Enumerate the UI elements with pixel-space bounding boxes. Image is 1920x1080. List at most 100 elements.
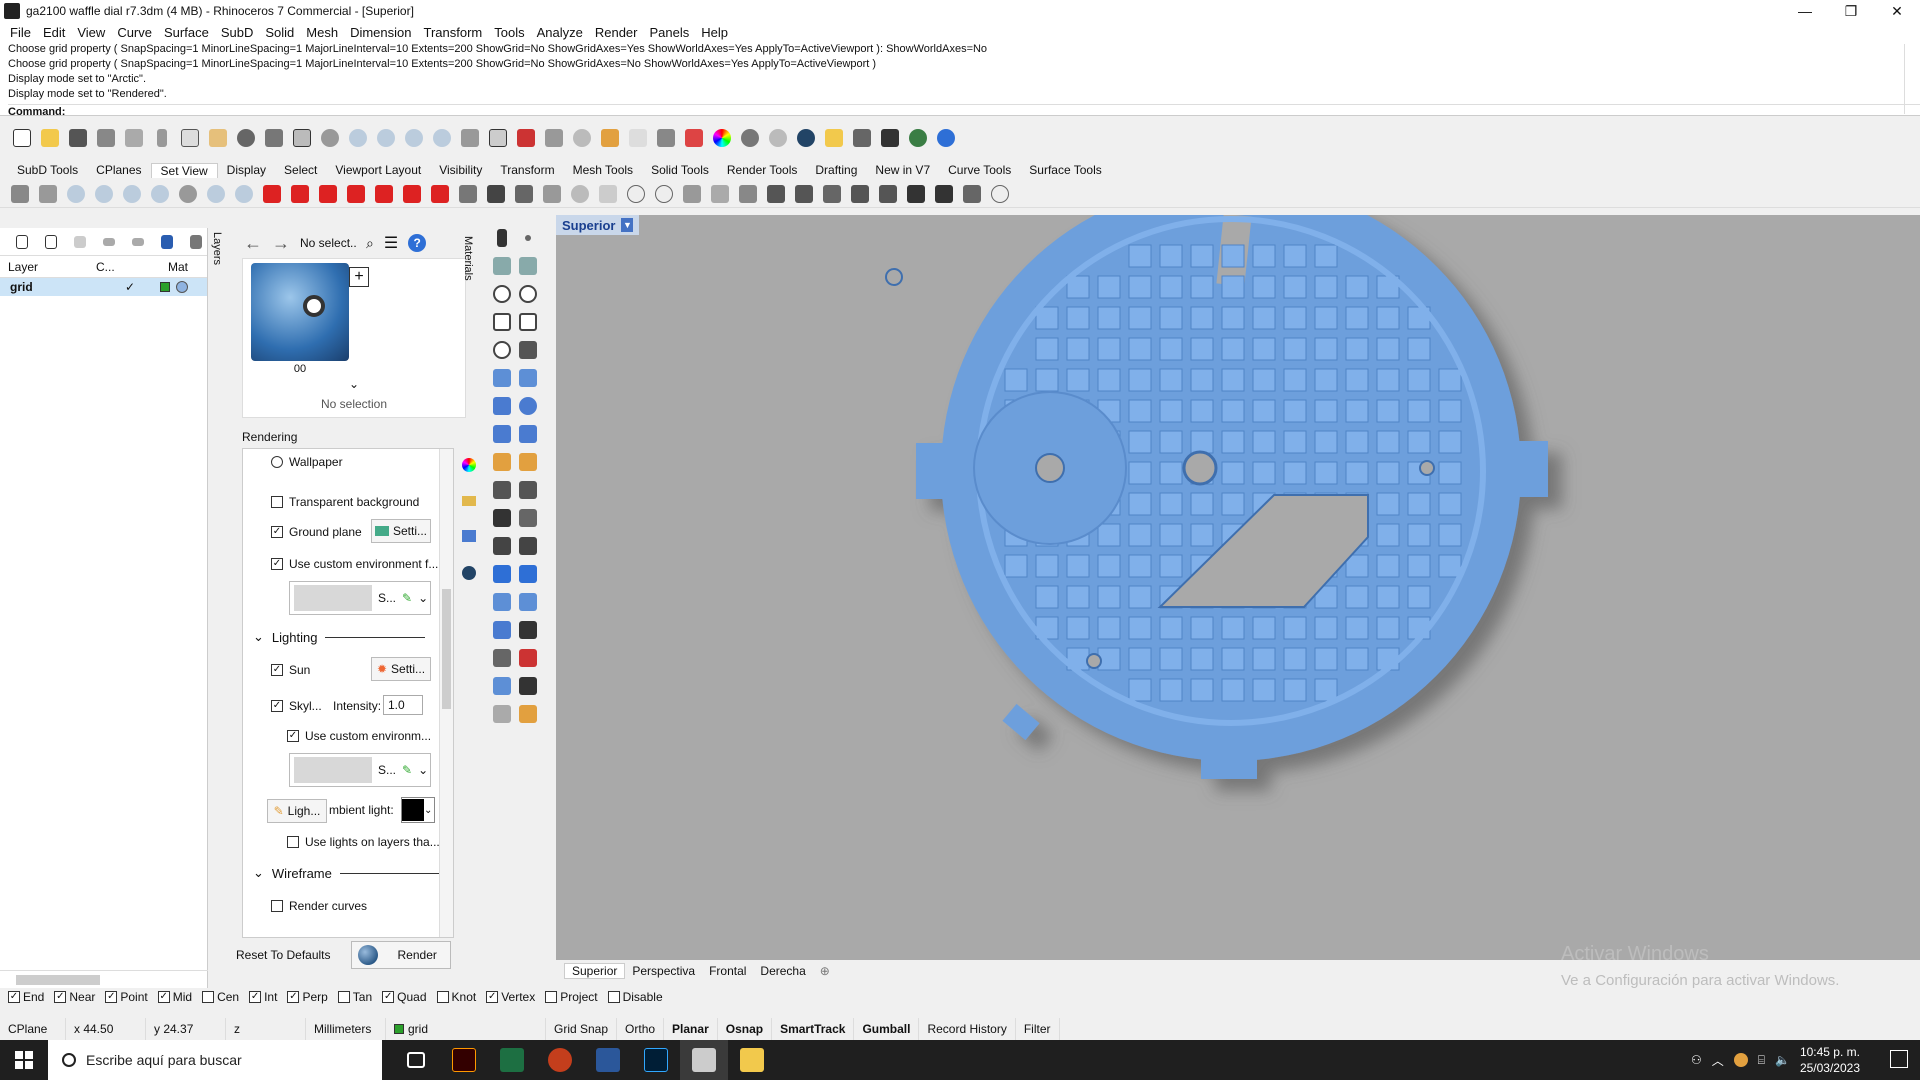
units-label[interactable]: Millimeters xyxy=(306,1018,386,1040)
named-views-icon[interactable] xyxy=(512,182,536,206)
plan-view-icon[interactable] xyxy=(708,182,732,206)
layer-material-icon[interactable] xyxy=(176,281,188,293)
walk-icon[interactable] xyxy=(680,182,704,206)
analyze-icon[interactable] xyxy=(516,646,540,670)
sun-settings-button[interactable]: ✹ Setti... xyxy=(371,657,431,681)
shade-icon[interactable] xyxy=(738,126,762,150)
taskbar-search[interactable]: Escribe aquí para buscar xyxy=(48,1040,382,1080)
mirror-icon[interactable] xyxy=(516,590,540,614)
tab-visibility[interactable]: Visibility xyxy=(430,163,491,177)
tab-solid-tools[interactable]: Solid Tools xyxy=(642,163,718,177)
reset-to-defaults-button[interactable]: Reset To Defaults xyxy=(236,948,331,962)
wireframe-group-header[interactable]: ⌄ Wireframe xyxy=(253,865,440,881)
group-icon[interactable] xyxy=(490,506,514,530)
airplane-icon[interactable] xyxy=(876,182,900,206)
intensity-input[interactable]: 1.0 xyxy=(383,695,423,715)
tab-cplanes[interactable]: CPlanes xyxy=(87,163,150,177)
light-icon[interactable] xyxy=(960,182,984,206)
menu-dimension[interactable]: Dimension xyxy=(344,25,417,40)
select-icon[interactable] xyxy=(822,126,846,150)
current-check-icon[interactable]: ✓ xyxy=(100,280,160,294)
rhino-icon[interactable] xyxy=(680,1040,728,1080)
menu-help[interactable]: Help xyxy=(695,25,734,40)
print-icon[interactable] xyxy=(94,126,118,150)
menu-solid[interactable]: Solid xyxy=(259,25,300,40)
save-icon[interactable] xyxy=(66,126,90,150)
move-down-icon[interactable] xyxy=(126,230,149,254)
skylight-checkbox[interactable]: ✓ Skyl... xyxy=(271,699,322,713)
osnap-mid[interactable]: ✓ Mid xyxy=(157,990,192,1004)
select-filter-icon[interactable] xyxy=(514,126,538,150)
tab-curve-tools[interactable]: Curve Tools xyxy=(939,163,1020,177)
cplane-label[interactable]: CPlane xyxy=(0,1018,66,1040)
menu-surface[interactable]: Surface xyxy=(158,25,215,40)
layer-color-swatch[interactable] xyxy=(160,282,170,292)
crosshair-icon[interactable] xyxy=(988,182,1012,206)
custom-environment-checkbox[interactable]: ✓ Use custom environment f... xyxy=(271,557,438,571)
undo-icon[interactable] xyxy=(234,126,258,150)
zoom-out-icon[interactable] xyxy=(204,182,228,206)
command-prompt[interactable]: Command: xyxy=(8,104,1920,120)
sun-checkbox[interactable]: ✓ Sun xyxy=(271,663,310,677)
camera-icon[interactable] xyxy=(456,182,480,206)
tab-drafting[interactable]: Drafting xyxy=(806,163,866,177)
undo-view-change-icon[interactable] xyxy=(176,182,200,206)
grid-icon[interactable] xyxy=(290,126,314,150)
selection-dropdown[interactable]: No select... xyxy=(300,236,356,250)
menu-icon[interactable]: ☰ xyxy=(384,233,398,253)
layer-row[interactable]: grid ✓ xyxy=(0,278,207,296)
osnap-end[interactable]: ✓ End xyxy=(8,990,44,1004)
tilt-icon[interactable] xyxy=(596,182,620,206)
ground-settings-button[interactable]: Setti... xyxy=(371,519,431,543)
close-button[interactable]: ✕ xyxy=(1874,0,1920,22)
vptab-superior[interactable]: Superior xyxy=(564,963,626,979)
minimize-button[interactable]: — xyxy=(1782,0,1828,22)
options-scrollbar[interactable] xyxy=(439,449,453,937)
clock[interactable]: 10:45 p. m. 25/03/2023 xyxy=(1800,1044,1860,1076)
menu-tools[interactable]: Tools xyxy=(488,25,530,40)
grid-array-icon[interactable] xyxy=(490,646,514,670)
file-explorer-icon[interactable] xyxy=(728,1040,776,1080)
tab-render-tools[interactable]: Render Tools xyxy=(718,163,807,177)
lock-icon[interactable] xyxy=(654,126,678,150)
car-perspective-icon[interactable] xyxy=(428,182,452,206)
pan-icon[interactable] xyxy=(262,126,286,150)
forward-arrow-icon[interactable]: → xyxy=(272,233,290,254)
environment-picker[interactable]: S... ✎ ⌄ xyxy=(289,581,431,615)
volume-icon[interactable]: 🔈 xyxy=(1775,1053,1790,1067)
osnap-disable[interactable]: Disable xyxy=(607,990,663,1004)
tab-set-view[interactable]: Set View xyxy=(150,162,218,178)
zoom-extents-icon[interactable] xyxy=(92,182,116,206)
notifications-icon[interactable] xyxy=(1890,1050,1908,1068)
help-icon[interactable] xyxy=(934,126,958,150)
named-views-icon[interactable] xyxy=(542,126,566,150)
osnap-knot[interactable]: Knot xyxy=(436,990,476,1004)
current-column-header[interactable]: C... xyxy=(96,260,136,274)
measure-icon[interactable] xyxy=(516,618,540,642)
four-view-icon[interactable] xyxy=(486,126,510,150)
new-layer-icon[interactable] xyxy=(10,230,33,254)
vptab-frontal[interactable]: Frontal xyxy=(702,964,753,978)
color-wheel-icon[interactable] xyxy=(710,126,734,150)
elevator-icon[interactable] xyxy=(792,182,816,206)
menu-subd[interactable]: SubD xyxy=(215,25,260,40)
surface-corner-icon[interactable] xyxy=(490,366,514,390)
mesh-icon[interactable] xyxy=(516,422,540,446)
color-wheel-icon[interactable] xyxy=(462,458,476,472)
lighting-group-header[interactable]: ⌄ Lighting xyxy=(253,629,426,645)
layer-column-header[interactable]: Layer xyxy=(0,260,96,274)
zoom-selected-icon[interactable] xyxy=(430,126,454,150)
tab-transform[interactable]: Transform xyxy=(491,163,563,177)
back-arrow-icon[interactable]: ← xyxy=(244,233,262,254)
polygon-icon[interactable] xyxy=(490,338,514,362)
network-icon[interactable]: ⌸ xyxy=(1758,1053,1765,1068)
target-2-icon[interactable] xyxy=(652,182,676,206)
render-sphere-icon[interactable] xyxy=(794,126,818,150)
polyline-icon[interactable] xyxy=(490,254,514,278)
new-file-icon[interactable] xyxy=(10,126,34,150)
move-icon[interactable] xyxy=(490,478,514,502)
skylight-custom-env-checkbox[interactable]: ✓ Use custom environm... xyxy=(287,729,431,743)
osnap-point[interactable]: ✓ Point xyxy=(105,990,148,1004)
car-left-icon[interactable] xyxy=(316,182,340,206)
folder-icon[interactable] xyxy=(462,496,476,506)
